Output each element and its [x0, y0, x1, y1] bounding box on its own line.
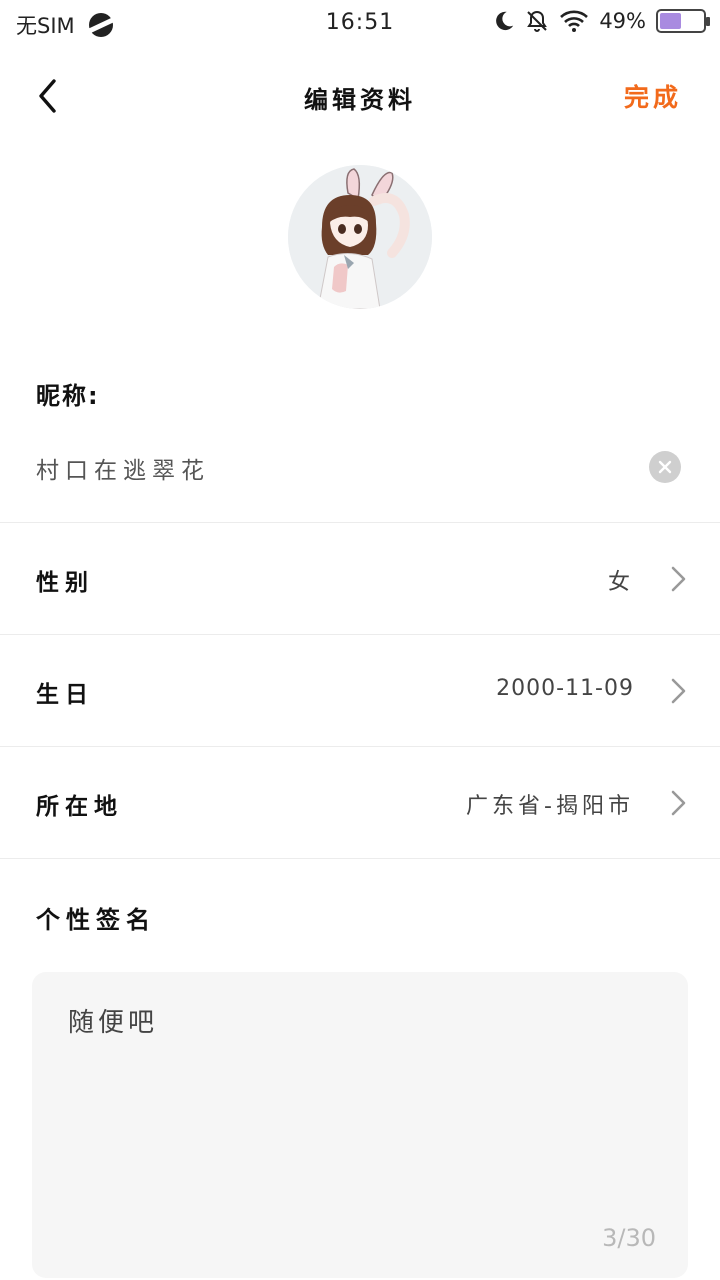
gender-label: 性别 [36, 570, 94, 596]
battery-percent: 49% [599, 9, 646, 33]
gender-value: 女 [607, 570, 634, 595]
signature-label: 个性签名 [36, 906, 156, 934]
signature-text: 随便吧 [68, 1008, 159, 1038]
chevron-right-icon [671, 790, 686, 816]
birthday-value: 2000-11-09 [496, 676, 634, 701]
birthday-row[interactable]: 生日 2000-11-09 [0, 635, 720, 745]
clear-nickname-button[interactable] [649, 451, 681, 483]
gender-row[interactable]: 性别 女 [0, 523, 720, 633]
location-value: 广东省-揭阳市 [466, 794, 634, 819]
app-header: 编辑资料 完成 [0, 62, 720, 132]
divider [0, 858, 720, 859]
birthday-label: 生日 [36, 682, 94, 708]
moon-icon [496, 11, 514, 31]
chevron-right-icon [671, 566, 686, 592]
signature-char-count: 3/30 [602, 1224, 656, 1252]
done-button[interactable]: 完成 [624, 78, 682, 114]
wifi-icon [560, 10, 589, 32]
avatar-illustration [288, 165, 432, 309]
close-icon [658, 460, 672, 474]
page-title: 编辑资料 [304, 86, 416, 114]
location-row[interactable]: 所在地 广东省-揭阳市 [0, 747, 720, 857]
location-label: 所在地 [36, 794, 123, 820]
status-right: 49% [493, 9, 710, 33]
signature-textarea[interactable]: 随便吧 3/30 [32, 972, 688, 1278]
status-bar: 无SIM 16:51 49% [0, 0, 720, 48]
nickname-input[interactable] [36, 452, 616, 484]
battery-fill [660, 13, 681, 29]
chevron-right-icon [671, 678, 686, 704]
battery-icon [656, 9, 710, 33]
nickname-label: 昵称: [36, 382, 100, 410]
avatar[interactable] [288, 165, 432, 309]
mute-bell-icon [527, 10, 548, 32]
